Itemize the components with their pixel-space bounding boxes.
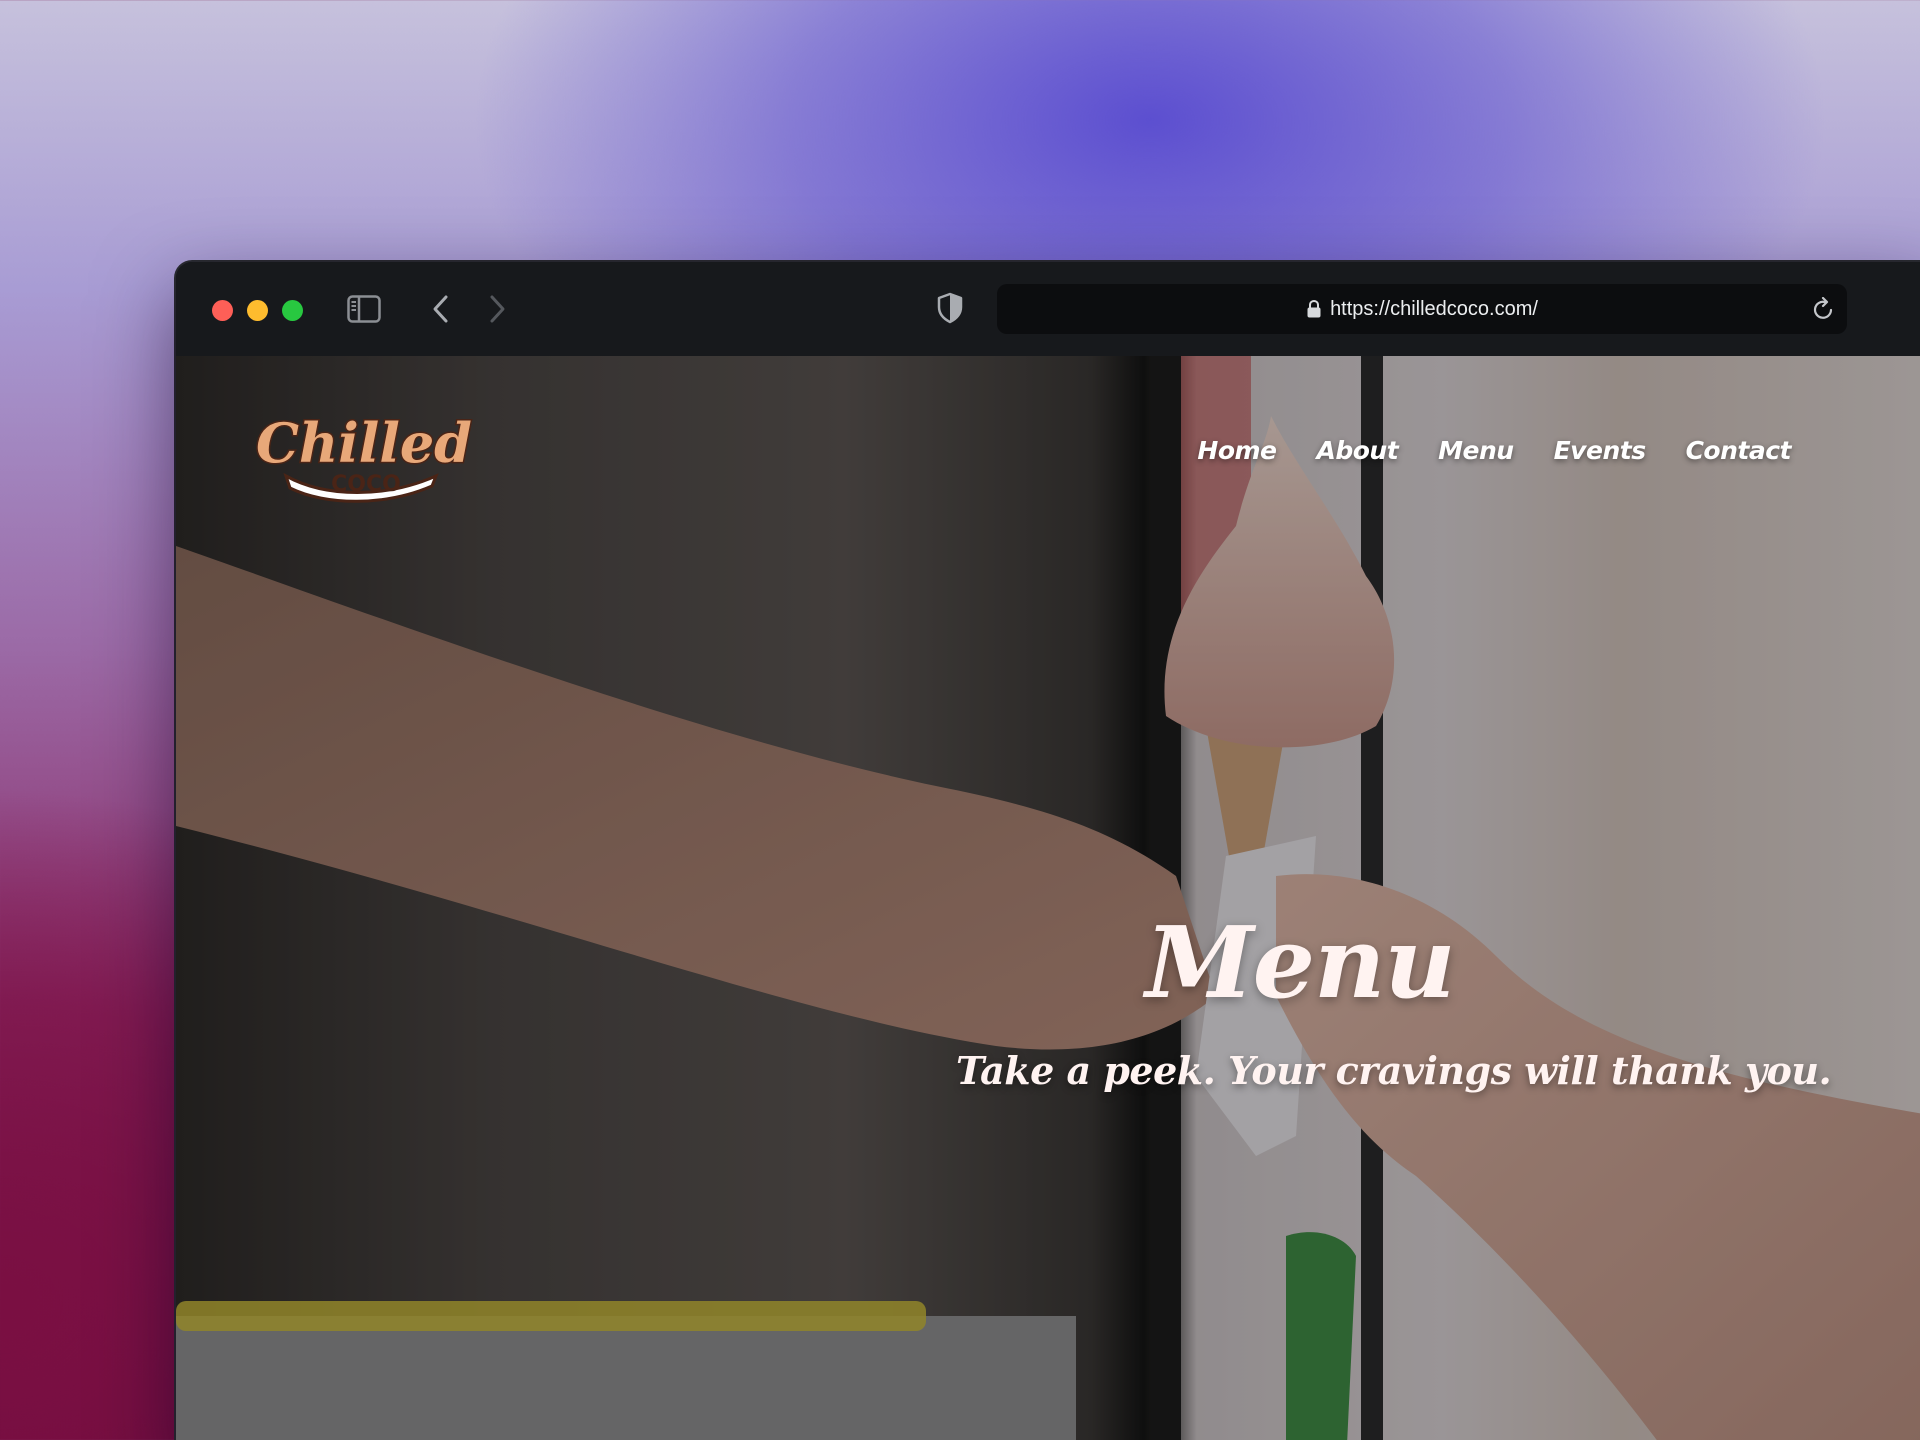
close-window-button[interactable]	[212, 300, 233, 321]
zoom-window-button[interactable]	[282, 300, 303, 321]
sidebar-toggle-icon[interactable]	[346, 292, 382, 326]
nav-events-link[interactable]: Events	[1554, 436, 1646, 465]
back-chevron-icon[interactable]	[426, 292, 456, 326]
forward-chevron-icon[interactable]	[482, 292, 512, 326]
lock-icon	[1306, 299, 1322, 319]
main-navigation: Home About Menu Events Contact	[1197, 436, 1791, 465]
hero-title: Menu	[1145, 906, 1455, 1021]
logo-wordmark-coco: COCO	[331, 472, 401, 497]
address-bar[interactable]: https://chilledcoco.com/	[997, 284, 1847, 334]
logo-wordmark-chilled: Chilled	[256, 411, 472, 475]
chilled-coco-logo[interactable]: Chilled COCO	[255, 406, 476, 506]
privacy-shield-icon[interactable]	[932, 290, 968, 326]
hero-subtitle: Take a peek. Your cravings will thank yo…	[956, 1048, 1832, 1093]
browser-toolbar: https://chilledcoco.com/	[176, 262, 1920, 356]
webpage-viewport: Chilled COCO Home About Menu Events Cont…	[176, 356, 1920, 1440]
nav-menu-link[interactable]: Menu	[1438, 436, 1514, 465]
reload-icon[interactable]	[1811, 296, 1837, 322]
hero-overlay	[176, 356, 1920, 1440]
nav-contact-link[interactable]: Contact	[1686, 436, 1792, 465]
url-text[interactable]: https://chilledcoco.com/	[1330, 298, 1538, 321]
nav-about-link[interactable]: About	[1317, 436, 1399, 465]
minimize-window-button[interactable]	[247, 300, 268, 321]
nav-home-link[interactable]: Home	[1197, 436, 1277, 465]
browser-window: https://chilledcoco.com/ Chilled COCO Ho…	[176, 262, 1920, 1440]
